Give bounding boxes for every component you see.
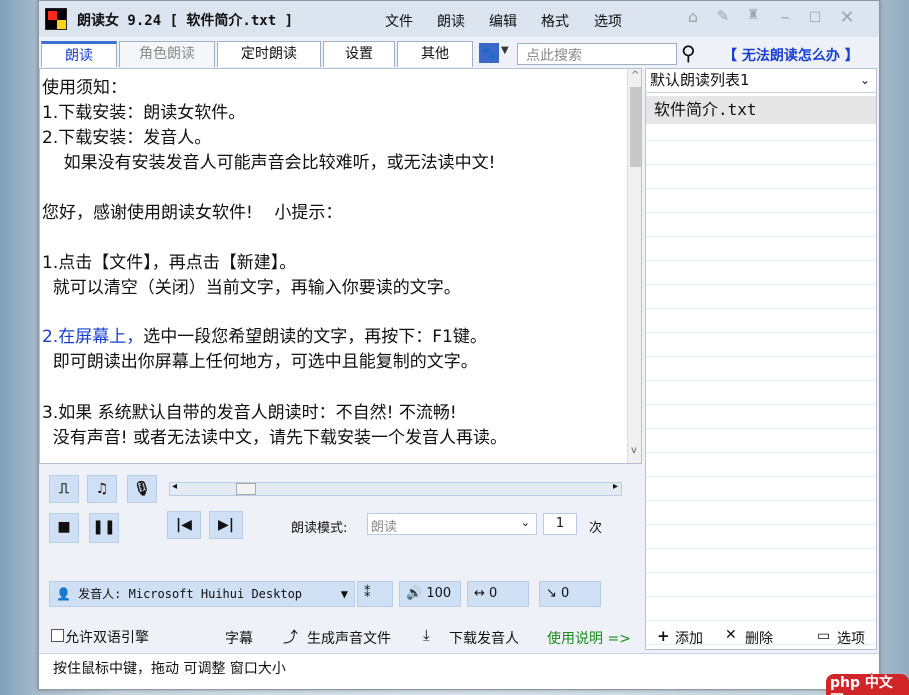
text-editor[interactable]: 使用须知： 1.下载安装：朗读女软件。 2.下载安装：发音人。 如果没有安装发音… xyxy=(39,68,642,464)
menu-read[interactable]: 朗读 xyxy=(437,11,465,31)
editor-scrollbar[interactable]: ^ v xyxy=(627,69,641,463)
download-icon: ⤓ xyxy=(423,626,430,644)
tab-timed-read[interactable]: 定时朗读 xyxy=(217,41,321,67)
editor-line: 3.如果 系统默认自带的发音人朗读时：不自然! 不流畅! xyxy=(42,403,457,423)
player-controls: ⎍ ♫ 🎙 ◂ ▸ ■ ❚❚ |◀ ▶| 朗读模式: 朗读 ⌄ 1 次 👤 发音… xyxy=(39,465,642,623)
menu-file[interactable]: 文件 xyxy=(385,11,413,31)
options-button[interactable]: 选项 xyxy=(837,628,865,648)
scroll-up-icon[interactable]: ^ xyxy=(631,70,639,81)
search-input[interactable]: 点此搜索 xyxy=(517,43,677,65)
speed-icon: ↔ xyxy=(474,586,490,601)
maximize-icon[interactable]: ☐ xyxy=(803,10,827,26)
chevron-down-icon[interactable]: ⌄ xyxy=(860,69,870,91)
editor-line: 就可以清空（关闭）当前文字，再输入你要读的文字。 xyxy=(42,278,461,298)
slider-thumb[interactable] xyxy=(236,483,256,495)
playlist-selected: 默认朗读列表1 xyxy=(650,71,750,89)
options-icon: ▭ xyxy=(817,628,831,644)
tab-other[interactable]: 其他 xyxy=(397,41,473,67)
speed-value: 0 xyxy=(489,586,498,601)
pitch-control[interactable]: ↘ 0 xyxy=(539,581,601,607)
generate-icon: ⤴ xyxy=(283,628,299,646)
delete-button[interactable]: 删除 xyxy=(745,628,773,648)
bilingual-label: 允许双语引擎 xyxy=(65,630,149,646)
bilingual-checkbox[interactable] xyxy=(51,629,64,642)
main-window: 朗读女 9.24 [ 软件简介.txt ] 文件 朗读 编辑 格式 选项 ⌂ ✎… xyxy=(38,0,880,690)
menu-options[interactable]: 选项 xyxy=(594,11,622,31)
subtitle-button[interactable]: 字幕 xyxy=(225,628,253,648)
search-engine-dropdown-icon[interactable]: ▼ xyxy=(501,45,509,56)
editor-line: 如果没有安装发音人可能声音会比较难听，或无法读中文! xyxy=(42,153,496,173)
menu-edit[interactable]: 编辑 xyxy=(489,11,517,31)
tab-settings[interactable]: 设置 xyxy=(323,41,395,67)
editor-line: 即可朗读出你屏幕上任何地方，可选中且能复制的文字。 xyxy=(42,352,478,372)
slider-left-icon[interactable]: ◂ xyxy=(172,481,177,492)
user-icon: 👤 xyxy=(56,587,79,601)
pin-icon[interactable]: ⌂ xyxy=(681,7,705,26)
chevron-down-icon[interactable]: ⌄ xyxy=(521,516,530,529)
volume-icon: 🔊 xyxy=(406,586,427,601)
voice-settings-icon[interactable]: ⁑ xyxy=(357,581,393,607)
slider-right-icon[interactable]: ▸ xyxy=(613,481,618,492)
tab-read[interactable]: 朗读 xyxy=(41,41,117,67)
stop-icon[interactable]: ■ xyxy=(49,513,79,543)
add-button[interactable]: 添加 xyxy=(675,628,703,648)
editor-line: 没有声音! 或者无法读中文，请先下载安装一个发音人再读。 xyxy=(42,428,508,448)
close-icon[interactable]: ✕ xyxy=(835,7,859,28)
pen-icon[interactable]: ✎ xyxy=(711,7,735,25)
watermark: php 中文网 xyxy=(826,674,909,695)
voice-select[interactable]: 👤 发音人: Microsoft Huihui Desktop ▼ xyxy=(49,581,355,607)
playlist-select[interactable]: 默认朗读列表1 ⌄ xyxy=(646,69,876,93)
search-icon[interactable]: ⚲ xyxy=(681,41,696,65)
paw-search-icon[interactable]: 🐾 xyxy=(479,43,499,63)
download-voice-button[interactable]: 下载发音人 xyxy=(449,628,519,648)
editor-line: 1.点击【文件】，再点击【新建】。 xyxy=(42,253,297,273)
text-mode-icon[interactable]: ⎍ xyxy=(49,475,79,503)
tab-role-read[interactable]: 角色朗读 xyxy=(119,41,215,67)
editor-line: 2.在屏幕上，选中一段您希望朗读的文字，再按下：F1键。 xyxy=(42,322,487,347)
status-bar: 按住鼠标中键，拖动 可调整 窗口大小 xyxy=(39,653,879,689)
list-item[interactable]: 软件简介.txt xyxy=(646,96,876,124)
repeat-count-input[interactable]: 1 xyxy=(543,513,577,535)
editor-highlight: 2.在屏幕上， xyxy=(42,327,144,347)
minimize-icon[interactable]: – xyxy=(773,7,797,28)
volume-control[interactable]: 🔊 100 xyxy=(399,581,461,607)
repeat-unit: 次 xyxy=(589,521,603,536)
editor-line: 使用须知： xyxy=(42,78,127,98)
editor-line-rest: 选中一段您希望朗读的文字，再按下：F1键。 xyxy=(143,327,487,347)
editor-line: 1.下载安装：朗读女软件。 xyxy=(42,103,246,123)
mode-select[interactable]: 朗读 ⌄ xyxy=(367,513,537,535)
editor-line: 2.下载安装：发音人。 xyxy=(42,128,212,148)
manual-link[interactable]: 使用说明 => xyxy=(547,628,631,648)
generate-audio-button[interactable]: 生成声音文件 xyxy=(307,628,391,648)
pause-icon[interactable]: ❚❚ xyxy=(89,513,119,543)
shirt-icon[interactable]: ♜ xyxy=(741,7,765,23)
music-note-icon[interactable]: ♫ xyxy=(87,475,117,503)
voice-label: 发音人: Microsoft Huihui Desktop xyxy=(78,587,303,601)
search-placeholder: 点此搜索 xyxy=(526,48,582,64)
menu-format[interactable]: 格式 xyxy=(541,11,569,31)
next-icon[interactable]: ▶| xyxy=(209,511,243,539)
title-bar: 朗读女 9.24 [ 软件简介.txt ] 文件 朗读 编辑 格式 选项 ⌂ ✎… xyxy=(39,1,879,37)
pitch-value: 0 xyxy=(561,586,570,601)
volume-value: 100 xyxy=(426,586,452,601)
microphone-icon[interactable]: 🎙 xyxy=(127,475,157,503)
app-logo-icon xyxy=(45,8,67,30)
bottom-toolbar: 允许双语引擎 字幕 ⤴ 生成声音文件 ⤓ 下载发音人 使用说明 => + 添加 … xyxy=(39,623,879,653)
editor-line: 您好，感谢使用朗读女软件! 小提示： xyxy=(42,203,343,223)
delete-icon: ✕ xyxy=(725,627,737,643)
window-title: 朗读女 9.24 [ 软件简介.txt ] xyxy=(77,13,294,29)
mode-value: 朗读 xyxy=(371,520,398,535)
help-link[interactable]: 【 无法朗读怎么办 】 xyxy=(723,45,859,65)
pitch-icon: ↘ xyxy=(546,586,562,601)
scroll-down-icon[interactable]: v xyxy=(631,445,637,456)
mode-label: 朗读模式: xyxy=(291,521,348,536)
playlist-panel: 默认朗读列表1 ⌄ 软件简介.txt xyxy=(645,68,877,650)
progress-slider[interactable]: ◂ ▸ xyxy=(169,481,622,496)
add-icon: + xyxy=(657,627,670,645)
previous-icon[interactable]: |◀ xyxy=(167,511,201,539)
chevron-down-icon[interactable]: ▼ xyxy=(341,582,348,606)
speed-control[interactable]: ↔ 0 xyxy=(467,581,529,607)
scrollbar-thumb[interactable] xyxy=(630,87,641,167)
